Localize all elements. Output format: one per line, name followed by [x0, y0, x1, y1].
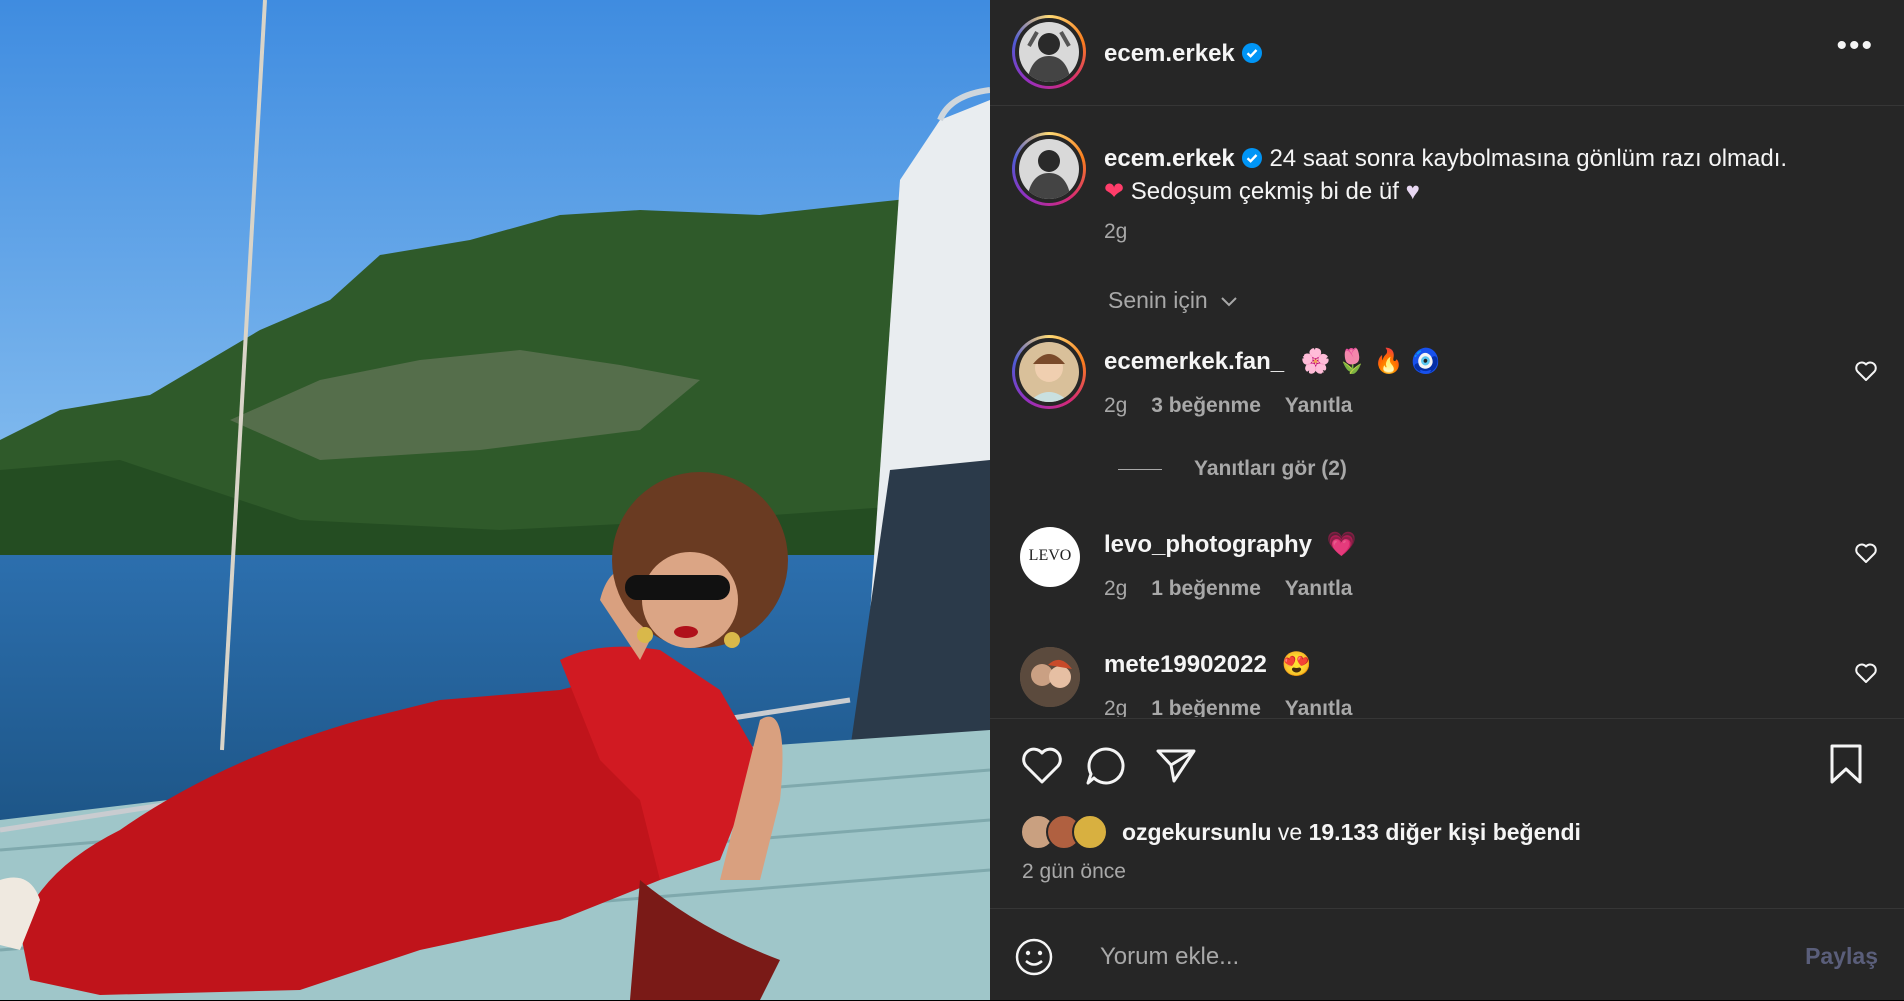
comment: levo_photography 💗 — [1104, 530, 1357, 559]
comment-bubble-icon[interactable] — [1084, 745, 1128, 787]
post-detail-panel: ecem.erkek ••• ecem.erkek 24 saat sonra … — [990, 0, 1904, 1000]
liker-username[interactable]: ozgekursunlu — [1122, 819, 1272, 846]
likes-summary: ozgekursunlu ve 19.133 diğer kişi beğend… — [1020, 812, 1581, 852]
view-replies-label: Yanıtları gör (2) — [1194, 457, 1347, 480]
comment-avatar[interactable] — [1012, 335, 1086, 409]
comment-username[interactable]: mete19902022 — [1104, 651, 1267, 678]
post-caption: ecem.erkek 24 saat sonra kaybolmasına gö… — [1104, 142, 1844, 208]
comment-input[interactable]: Yorum ekle... — [1100, 943, 1239, 971]
post-image[interactable] — [0, 0, 990, 1000]
comment-likes[interactable]: 3 beğenme — [1151, 394, 1261, 417]
likes-connector: ve — [1271, 818, 1309, 845]
verified-badge-icon — [1241, 43, 1262, 63]
replies-divider — [1118, 468, 1162, 470]
reply-button[interactable]: Yanıtla — [1285, 697, 1353, 717]
share-send-icon[interactable] — [1154, 745, 1198, 785]
comment: ecemerkek.fan_ 🌸 🌷 🔥 🧿 — [1104, 347, 1440, 376]
comment-text: 😍 — [1281, 651, 1312, 678]
post-comment-button[interactable]: Paylaş — [1805, 943, 1878, 970]
comment-text: 💗 — [1326, 531, 1357, 558]
likes-suffix: beğendi — [1486, 818, 1581, 845]
comment-time: 2g — [1104, 697, 1128, 717]
comment-like-heart-icon[interactable] — [1854, 542, 1878, 564]
post-header: ecem.erkek ••• — [990, 0, 1904, 106]
caption-username[interactable]: ecem.erkek — [1104, 145, 1235, 172]
liker-avatars[interactable] — [1020, 814, 1108, 850]
reply-button[interactable]: Yanıtla — [1285, 577, 1353, 600]
post-date[interactable]: 2 gün önce — [1022, 860, 1126, 884]
like-heart-icon[interactable] — [1020, 745, 1064, 785]
comment-time: 2g — [1104, 394, 1128, 417]
likes-count[interactable]: 19.133 diğer kişi — [1309, 819, 1487, 846]
verified-badge-icon — [1241, 148, 1262, 168]
emoji-icon[interactable] — [1014, 937, 1054, 977]
reply-button[interactable]: Yanıtla — [1285, 394, 1353, 417]
comment-like-heart-icon[interactable] — [1854, 360, 1878, 382]
comment-time: 2g — [1104, 577, 1128, 600]
comment-likes[interactable]: 1 beğenme — [1151, 697, 1261, 717]
comment-like-heart-icon[interactable] — [1854, 662, 1878, 684]
save-bookmark-icon[interactable] — [1828, 743, 1864, 785]
comment-avatar[interactable]: LEVO — [1020, 527, 1080, 587]
comment-sort-label: Senin için — [1108, 287, 1208, 313]
comment-avatar[interactable] — [1020, 647, 1080, 707]
comment-text: 🌸 🌷 🔥 🧿 — [1300, 348, 1441, 375]
avatar-logo-text: LEVO — [1028, 547, 1072, 564]
post-actions-bar — [990, 718, 1904, 809]
caption-text-line2: Sedoşum çekmiş bi de üf — [1130, 178, 1399, 205]
liker-avatar — [1072, 814, 1108, 850]
caption-avatar[interactable] — [1012, 132, 1086, 206]
heart-emoji-icon: ❤ — [1104, 178, 1125, 205]
chevron-down-icon — [1221, 297, 1237, 307]
post-photo-illustration — [0, 0, 990, 1000]
add-comment-bar: Yorum ekle... Paylaş — [990, 908, 1904, 1001]
comment-meta: 2g 1 beğenme Yanıtla — [1104, 697, 1352, 717]
comment-username[interactable]: ecemerkek.fan_ — [1104, 348, 1284, 375]
comment: mete19902022 😍 — [1104, 650, 1311, 679]
comment-likes[interactable]: 1 beğenme — [1151, 577, 1261, 600]
comment-sort-dropdown[interactable]: Senin için — [1108, 287, 1238, 314]
comment-meta: 2g 3 beğenme Yanıtla — [1104, 394, 1352, 418]
view-replies-button[interactable]: Yanıtları gör (2) — [1118, 457, 1347, 481]
caption-time: 2g — [1104, 220, 1128, 243]
more-options-button[interactable]: ••• — [1836, 31, 1874, 61]
header-username[interactable]: ecem.erkek — [1104, 40, 1263, 68]
white-heart-emoji-icon: ♥ — [1405, 178, 1420, 205]
comment-meta: 2g 1 beğenme Yanıtla — [1104, 577, 1352, 601]
comment-clip-area: mete19902022 😍 2g 1 beğenme Yanıtla — [990, 630, 1904, 717]
author-avatar[interactable] — [1012, 15, 1086, 89]
caption-text: 24 saat sonra kaybolmasına gönlüm razı o… — [1269, 145, 1788, 172]
comment-username[interactable]: levo_photography — [1104, 531, 1312, 558]
